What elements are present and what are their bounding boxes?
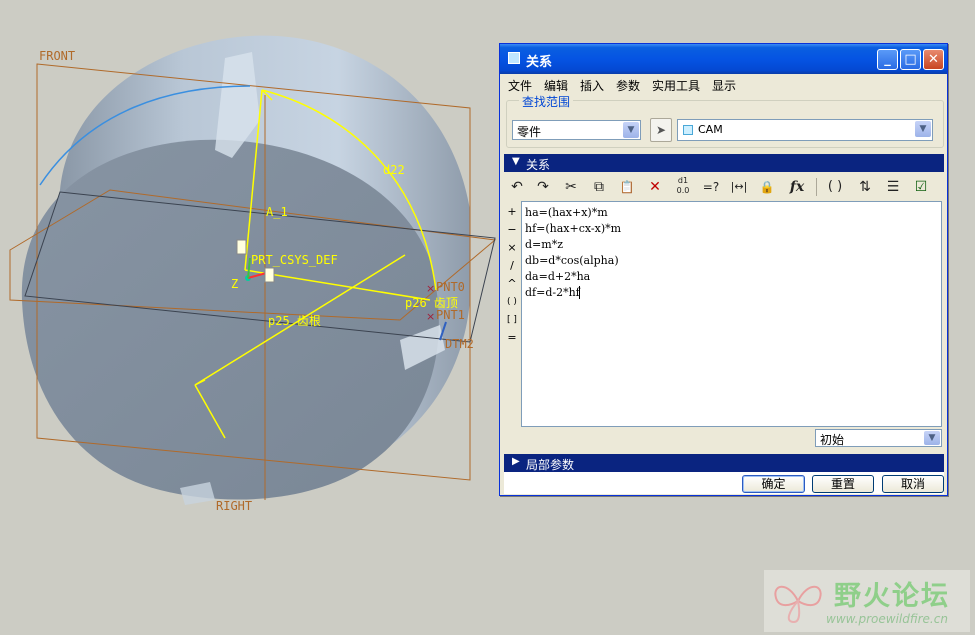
relation-line[interactable]: db=d*cos(alpha)	[525, 254, 619, 267]
operator-minus[interactable]: −	[504, 222, 520, 238]
menu-parameters[interactable]: 参数	[616, 77, 640, 94]
menu-bar: 文件 编辑 插入 参数 实用工具 显示	[500, 74, 947, 94]
operator-multiply[interactable]: ×	[504, 240, 520, 256]
relation-line[interactable]: df=d-2*hf	[525, 286, 580, 299]
initial-state-select[interactable]: 初始 ▼	[815, 429, 942, 447]
function-icon[interactable]: fx	[786, 176, 808, 198]
forum-watermark: 野火论坛 www.proewildfire.cn	[764, 570, 970, 632]
dimension-units-icon[interactable]: |↔|	[728, 176, 750, 198]
select-pointer-button[interactable]: ➤	[650, 118, 672, 142]
chevron-down-icon[interactable]: ▼	[924, 431, 940, 445]
label-csys: PRT_CSYS_DEF	[251, 253, 338, 267]
delete-icon[interactable]: ✕	[644, 176, 666, 198]
maximize-button[interactable]: □	[900, 49, 921, 70]
dialog-titlebar[interactable]: 关系 _ □ ✕	[500, 44, 947, 74]
initial-state-value: 初始	[820, 433, 845, 447]
scope-type-value: 零件	[517, 125, 542, 139]
point-marker-pnt1: ×	[426, 310, 435, 323]
model-value: CAM	[698, 123, 723, 136]
toolbar-separator	[816, 178, 817, 196]
dimension-d22[interactable]: d22	[383, 163, 405, 177]
button-area	[504, 472, 944, 494]
check-icon[interactable]: ☑	[910, 176, 932, 198]
operator-equals[interactable]: =	[504, 330, 520, 346]
cancel-button[interactable]: 取消	[882, 475, 944, 493]
part-icon	[683, 125, 693, 135]
copy-icon[interactable]: ⧉	[588, 176, 610, 198]
operator-brackets[interactable]: [ ]	[504, 312, 520, 328]
minimize-button[interactable]: _	[877, 49, 898, 70]
watermark-title: 野火论坛	[834, 581, 950, 612]
paste-icon[interactable]: 📋	[616, 176, 638, 198]
operator-plus[interactable]: +	[504, 204, 520, 220]
menu-edit[interactable]: 编辑	[544, 77, 568, 94]
operator-power[interactable]: ^	[504, 276, 520, 292]
collapse-triangle-icon: ▼	[512, 156, 520, 167]
cylinder-front-face	[21, 139, 439, 500]
display-icon[interactable]: ☰	[882, 176, 904, 198]
csys-marker-x	[264, 267, 275, 283]
dialog-icon	[508, 52, 520, 64]
close-button[interactable]: ✕	[923, 49, 944, 70]
local-parameters-section-header[interactable]: ▶ 局部参数	[504, 454, 944, 472]
menu-display[interactable]: 显示	[712, 77, 736, 94]
point-marker-pnt0: ×	[426, 282, 435, 295]
cut-icon[interactable]: ✂	[560, 176, 582, 198]
expand-triangle-icon: ▶	[512, 456, 520, 467]
model-select[interactable]: CAM ▼	[677, 119, 933, 141]
label-front: FRONT	[39, 49, 75, 63]
dimension-p26[interactable]: p26 齿顶	[405, 296, 458, 310]
relations-section-label: 关系	[526, 158, 551, 172]
label-dtm2: DTM2	[445, 337, 474, 351]
operator-divide[interactable]: /	[504, 258, 520, 274]
relation-line[interactable]: hf=(hax+cx-x)*m	[525, 222, 621, 235]
pointer-icon: ➤	[655, 123, 667, 137]
relation-line[interactable]: ha=(hax+x)*m	[525, 206, 608, 219]
relations-editor[interactable]: ha=(hax+x)*m hf=(hax+cx-x)*m d=m*z db=d*…	[521, 201, 942, 427]
evaluate-icon[interactable]: =?	[700, 176, 722, 198]
chevron-down-icon[interactable]: ▼	[915, 121, 931, 137]
menu-insert[interactable]: 插入	[580, 77, 604, 94]
relation-line[interactable]: d=m*z	[525, 238, 563, 251]
label-pnt1: PNT1	[436, 308, 465, 322]
dimension-p25[interactable]: p25 齿根	[268, 314, 321, 328]
chevron-down-icon[interactable]: ▼	[623, 122, 639, 138]
label-pnt0: PNT0	[436, 280, 465, 294]
relations-dialog: 关系 _ □ ✕ 文件 编辑 插入 参数 实用工具 显示 查找范围 零件 ▼ ➤…	[499, 43, 948, 496]
csys-marker	[236, 239, 247, 255]
text-caret	[579, 286, 580, 299]
relations-toolbar: ↶ ↷ ✂ ⧉ 📋 ✕ d1 0.0 =? |↔| 🔒 fx ( ) ⇅ ☰ ☑	[504, 174, 944, 200]
relations-section-header[interactable]: ▼ 关系	[504, 154, 944, 172]
butterfly-logo-icon	[774, 585, 822, 624]
label-axis-a1: A_1	[266, 205, 288, 219]
menu-utilities[interactable]: 实用工具	[652, 77, 700, 94]
verify-lock-icon[interactable]: 🔒	[756, 176, 778, 198]
menu-file[interactable]: 文件	[508, 77, 532, 94]
scope-type-select[interactable]: 零件 ▼	[512, 120, 641, 140]
watermark-url: www.proewildfire.cn	[826, 612, 948, 626]
reset-button[interactable]: 重置	[812, 475, 874, 493]
number-format-icon[interactable]: d1 0.0	[672, 176, 694, 198]
operator-parentheses[interactable]: ( )	[504, 294, 520, 310]
relation-line[interactable]: da=d+2*ha	[525, 270, 590, 283]
local-parameters-label: 局部参数	[526, 458, 575, 472]
sort-relations-icon[interactable]: ⇅	[854, 176, 876, 198]
undo-icon[interactable]: ↶	[506, 176, 528, 198]
parentheses-icon[interactable]: ( )	[824, 176, 846, 198]
ok-button[interactable]: 确定	[742, 475, 805, 493]
redo-icon[interactable]: ↷	[532, 176, 554, 198]
label-right: RIGHT	[216, 499, 252, 513]
lookup-scope-legend: 查找范围	[519, 93, 574, 110]
label-z: Z	[231, 277, 238, 291]
dialog-title: 关系	[526, 55, 553, 70]
